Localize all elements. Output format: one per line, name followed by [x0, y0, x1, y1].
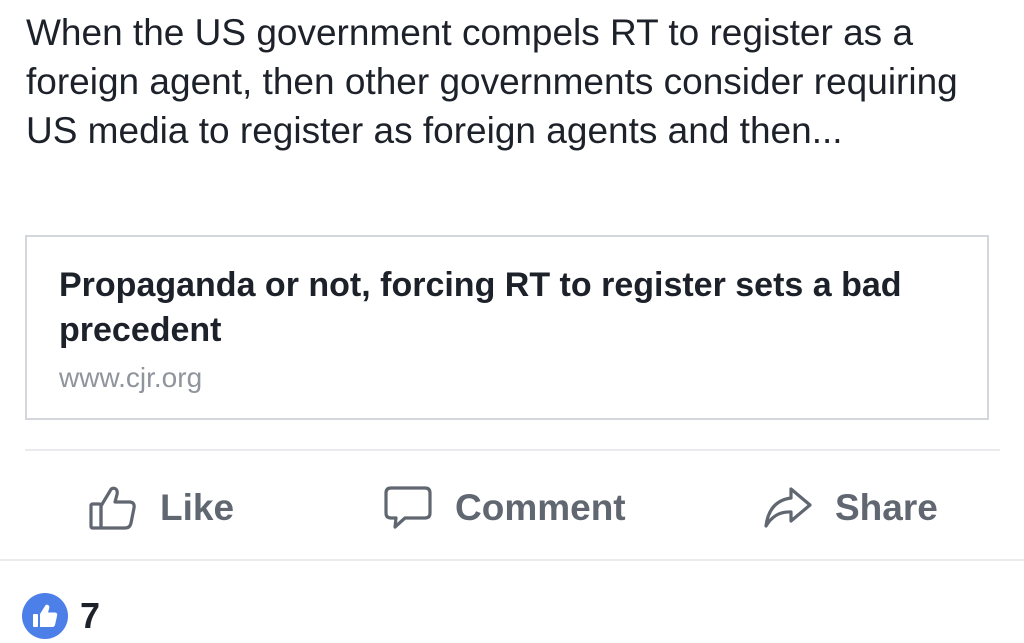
reaction-count: 7: [80, 595, 101, 636]
reactions-summary[interactable]: 7: [22, 593, 100, 639]
link-preview-title[interactable]: Propaganda or not, forcing RT to registe…: [59, 263, 959, 353]
comment-button[interactable]: Comment: [383, 478, 626, 538]
speech-bubble-icon: [383, 485, 433, 531]
like-button[interactable]: Like: [88, 478, 234, 538]
link-preview-domain: www.cjr.org: [59, 362, 203, 393]
post-text: When the US government compels RT to reg…: [26, 12, 958, 151]
actions-divider-top: [25, 449, 1000, 451]
share-button[interactable]: Share: [763, 478, 938, 538]
thumbs-up-outline-icon: [88, 485, 138, 531]
link-preview-card[interactable]: Propaganda or not, forcing RT to registe…: [25, 235, 989, 420]
share-arrow-icon: [763, 485, 813, 531]
share-label: Share: [835, 487, 938, 528]
actions-divider-bottom: [0, 559, 1024, 561]
thumbs-up-icon: [22, 593, 68, 639]
comment-label: Comment: [455, 487, 626, 528]
like-label: Like: [160, 487, 235, 528]
